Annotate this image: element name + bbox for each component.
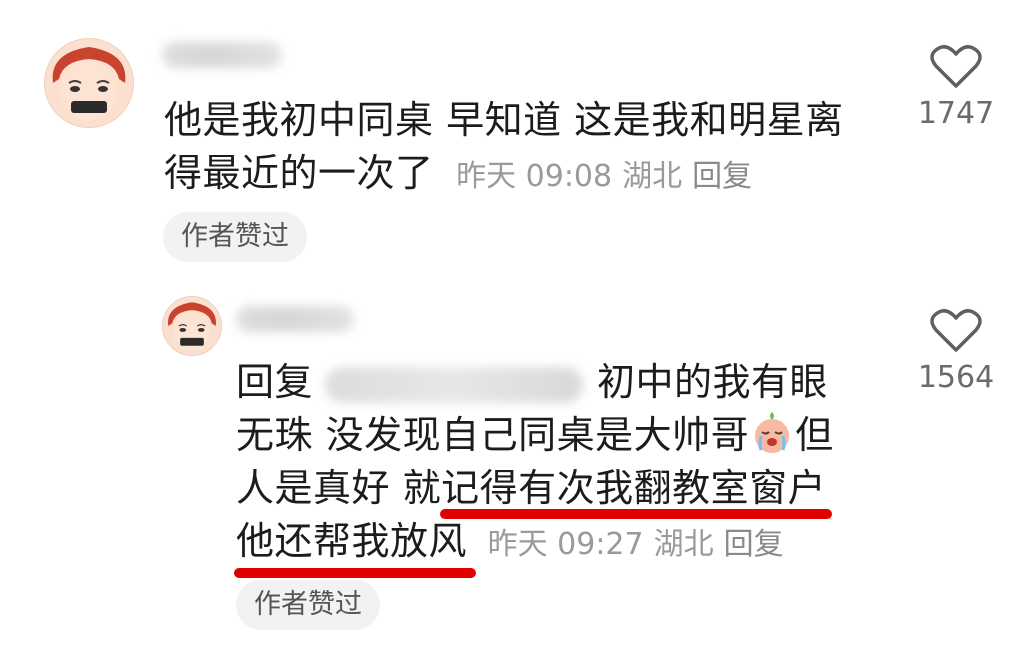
comment-meta: 昨天 09:08 湖北 回复	[456, 159, 762, 194]
comment-text: 他是我初中同桌 早知道 这是我和明星离 得最近的一次了 昨天 09:08 湖北 回复	[164, 94, 884, 203]
comment-line: 他还帮我放风 昨天 09:27 湖北 回复	[236, 515, 876, 571]
timestamp: 昨天 09:27	[487, 527, 644, 562]
reply-prefix: 回复	[236, 360, 314, 404]
cartoon-face-icon	[168, 302, 216, 355]
comment-meta: 昨天 09:27 湖北 回复	[488, 527, 794, 562]
comment-line: 得最近的一次了 昨天 09:08 湖北 回复	[164, 147, 884, 203]
timestamp: 昨天 09:08	[456, 159, 613, 194]
comment-line: 无珠 没发现自己同桌是大帅哥 但	[236, 409, 876, 462]
cartoon-face-icon	[52, 47, 126, 127]
like-button[interactable]: 1564	[916, 308, 996, 395]
red-underline-marker	[234, 568, 476, 578]
comment-line: 回复 初中的我有眼	[236, 356, 876, 409]
avatar[interactable]	[162, 296, 222, 356]
like-count: 1564	[917, 360, 995, 395]
comment-line-text: 无珠 没发现自己同桌是大帅哥	[236, 413, 750, 457]
mention-blurred[interactable]	[325, 366, 584, 403]
heart-outline-icon	[930, 45, 982, 88]
red-underline-marker	[440, 509, 832, 519]
heart-outline-icon	[930, 309, 982, 352]
avatar[interactable]	[44, 38, 134, 128]
comment-line-text: 初中的我有眼	[597, 360, 829, 404]
comment-line: 人是真好 就记得有次我翻教室窗户	[236, 462, 876, 515]
location: 湖北	[622, 159, 683, 194]
comment-line-text: 人是真好 就	[236, 466, 442, 510]
author-liked-badge: 作者赞过	[236, 580, 380, 630]
author-liked-badge: 作者赞过	[163, 212, 307, 262]
location: 湖北	[653, 527, 714, 562]
crying-face-emoji-icon	[755, 412, 790, 453]
like-count: 1747	[917, 96, 995, 131]
comment-line-text: 得最近的一次了	[164, 151, 434, 195]
like-button[interactable]: 1747	[916, 44, 996, 131]
reply-link[interactable]: 回复	[692, 159, 752, 194]
reply-link[interactable]: 回复	[724, 527, 784, 562]
username-blurred[interactable]	[162, 42, 282, 68]
username-blurred[interactable]	[236, 306, 354, 332]
highlighted-text: 记得有次我翻教室窗户	[441, 466, 827, 510]
comment-line-text: 但	[795, 413, 834, 457]
comment-line: 他是我初中同桌 早知道 这是我和明星离	[164, 98, 844, 142]
comment-text: 回复 初中的我有眼 无珠 没发现自己同桌是大帅哥 但 人是真好 就记得有次我翻教室…	[236, 356, 876, 571]
highlighted-text: 他还帮我放风	[236, 519, 468, 563]
